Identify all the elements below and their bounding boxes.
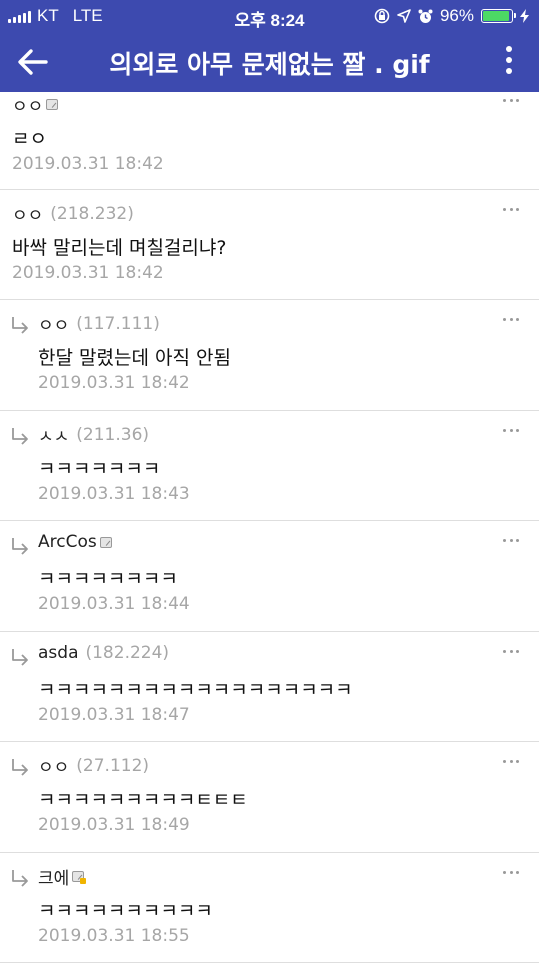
- battery-icon: [481, 9, 516, 23]
- page-title: 의외로 아무 문제없는 짤 . gif: [109, 50, 430, 79]
- comment-menu-icon[interactable]: [503, 318, 519, 322]
- comment-text: ㅋㅋㅋㅋㅋㅋㅋㅋㅋㅋ: [38, 900, 213, 922]
- comment-text: 한달 말렸는데 아직 안됨: [38, 347, 231, 369]
- comment-menu-icon[interactable]: [503, 539, 519, 543]
- comment-header: asda (182.224): [38, 643, 169, 663]
- comment-header: ㅇㅇ (218.232): [12, 201, 134, 227]
- more-vertical-icon[interactable]: [503, 46, 515, 78]
- comment-menu-icon[interactable]: [503, 208, 519, 212]
- app-toolbar: 의외로 아무 문제없는 짤 . gif: [0, 32, 539, 92]
- comment-author[interactable]: 크에: [38, 864, 69, 889]
- comment-ip: (218.232): [50, 203, 134, 224]
- comment-header: ㅇㅇ (27.112): [38, 753, 150, 779]
- comment-menu-icon[interactable]: [503, 871, 519, 875]
- comment-text: 바싹 말리는데 며칠걸리냐?: [12, 237, 227, 259]
- comment-author[interactable]: ㅇㅇ: [12, 201, 43, 226]
- comment-menu-icon[interactable]: [503, 429, 519, 433]
- reply-comment: ㅇㅇ (27.112) ㅋㅋㅋㅋㅋㅋㅋㅋㅋㅌㅌㅌ 2019.03.31 18:49: [0, 742, 539, 853]
- comment-text: ㄹㅇ: [12, 128, 47, 150]
- orientation-lock-icon: [374, 8, 390, 24]
- comment-timestamp: 2019.03.31 18:44: [38, 594, 190, 614]
- reply-arrow-icon: [12, 649, 28, 666]
- comment-author[interactable]: ㅇㅇ: [38, 753, 69, 778]
- reply-comment: ㅅㅅ (211.36) ㅋㅋㅋㅋㅋㅋㅋ 2019.03.31 18:43: [0, 411, 539, 521]
- comment-ip: (27.112): [76, 755, 150, 776]
- comment-list: ㅇㅇ ㄹㅇ 2019.03.31 18:42 ㅇㅇ (218.232) 바싹 말리는데 며…: [0, 92, 539, 963]
- charging-icon: [520, 9, 529, 23]
- comment-menu-icon[interactable]: [503, 99, 519, 103]
- reply-comment: asda (182.224) ㅋㅋㅋㅋㅋㅋㅋㅋㅋㅋㅋㅋㅋㅋㅋㅋㅋㅋ 2019.03.3…: [0, 632, 539, 742]
- reply-comment: ㅇㅇ (117.111) 한달 말렸는데 아직 안됨 2019.03.31 18:42: [0, 300, 539, 411]
- comment-menu-icon[interactable]: [503, 760, 519, 764]
- comment-menu-icon[interactable]: [503, 650, 519, 654]
- comment-timestamp: 2019.03.31 18:42: [12, 263, 164, 283]
- comment-item: ㅇㅇ (218.232) 바싹 말리는데 며칠걸리냐? 2019.03.31 18:4…: [0, 190, 539, 300]
- comment-author[interactable]: ㅇㅇ: [38, 311, 69, 336]
- comment-ip: (117.111): [76, 313, 160, 334]
- back-arrow-icon[interactable]: [16, 47, 50, 77]
- member-badge-icon: [72, 871, 87, 884]
- comment-text: ㅋㅋㅋㅋㅋㅋㅋ: [38, 458, 161, 480]
- comment-header: ㅅㅅ (211.36): [38, 422, 150, 448]
- comment-timestamp: 2019.03.31 18:43: [38, 484, 190, 504]
- battery-percent: 96%: [439, 6, 474, 25]
- comment-ip: (211.36): [76, 424, 150, 445]
- comment-timestamp: 2019.03.31 18:42: [38, 373, 190, 393]
- comment-header: ㅇㅇ (117.111): [38, 311, 160, 337]
- comment-ip: (182.224): [85, 643, 170, 663]
- reply-arrow-icon: [12, 870, 28, 887]
- comment-timestamp: 2019.03.31 18:49: [38, 815, 190, 835]
- reply-arrow-icon: [12, 759, 28, 776]
- reply-arrow-icon: [12, 538, 28, 555]
- reply-arrow-icon: [12, 317, 28, 334]
- comment-header: ㅇㅇ: [12, 92, 59, 117]
- member-badge-icon: [46, 99, 59, 110]
- location-icon: [397, 9, 411, 23]
- comment-item: ㅇㅇㄹㅇ 2019.03.31 18:42: [0, 92, 539, 190]
- comment-header: 크에: [38, 864, 87, 889]
- comment-header: ArcCos: [38, 532, 112, 552]
- reply-comment: ArcCos ㅋㅋㅋㅋㅋㅋㅋㅋ 2019.03.31 18:44: [0, 521, 539, 632]
- alarm-icon: [418, 9, 433, 23]
- comment-text: ㅋㅋㅋㅋㅋㅋㅋㅋㅋㅋㅋㅋㅋㅋㅋㅋㅋㅋ: [38, 679, 353, 701]
- comment-author[interactable]: ArcCos: [38, 532, 97, 552]
- comment-text: ㅋㅋㅋㅋㅋㅋㅋㅋㅋㅌㅌㅌ: [38, 789, 248, 811]
- comment-text: ㅋㅋㅋㅋㅋㅋㅋㅋ: [38, 568, 178, 590]
- comment-author[interactable]: asda: [38, 643, 78, 663]
- reply-comment: 크에 ㅋㅋㅋㅋㅋㅋㅋㅋㅋㅋ 2019.03.31 18:55: [0, 853, 539, 963]
- comment-timestamp: 2019.03.31 18:47: [38, 705, 190, 725]
- comment-author[interactable]: ㅅㅅ: [38, 422, 69, 447]
- comment-timestamp: 2019.03.31 18:42: [12, 154, 164, 174]
- reply-arrow-icon: [12, 428, 28, 445]
- member-badge-icon: [99, 536, 112, 548]
- comment-timestamp: 2019.03.31 18:55: [38, 926, 190, 946]
- status-bar: KT LTE 오후 8:24 96%: [0, 0, 539, 32]
- battery-fill: [483, 11, 509, 21]
- comment-author[interactable]: ㅇㅇ: [12, 92, 43, 117]
